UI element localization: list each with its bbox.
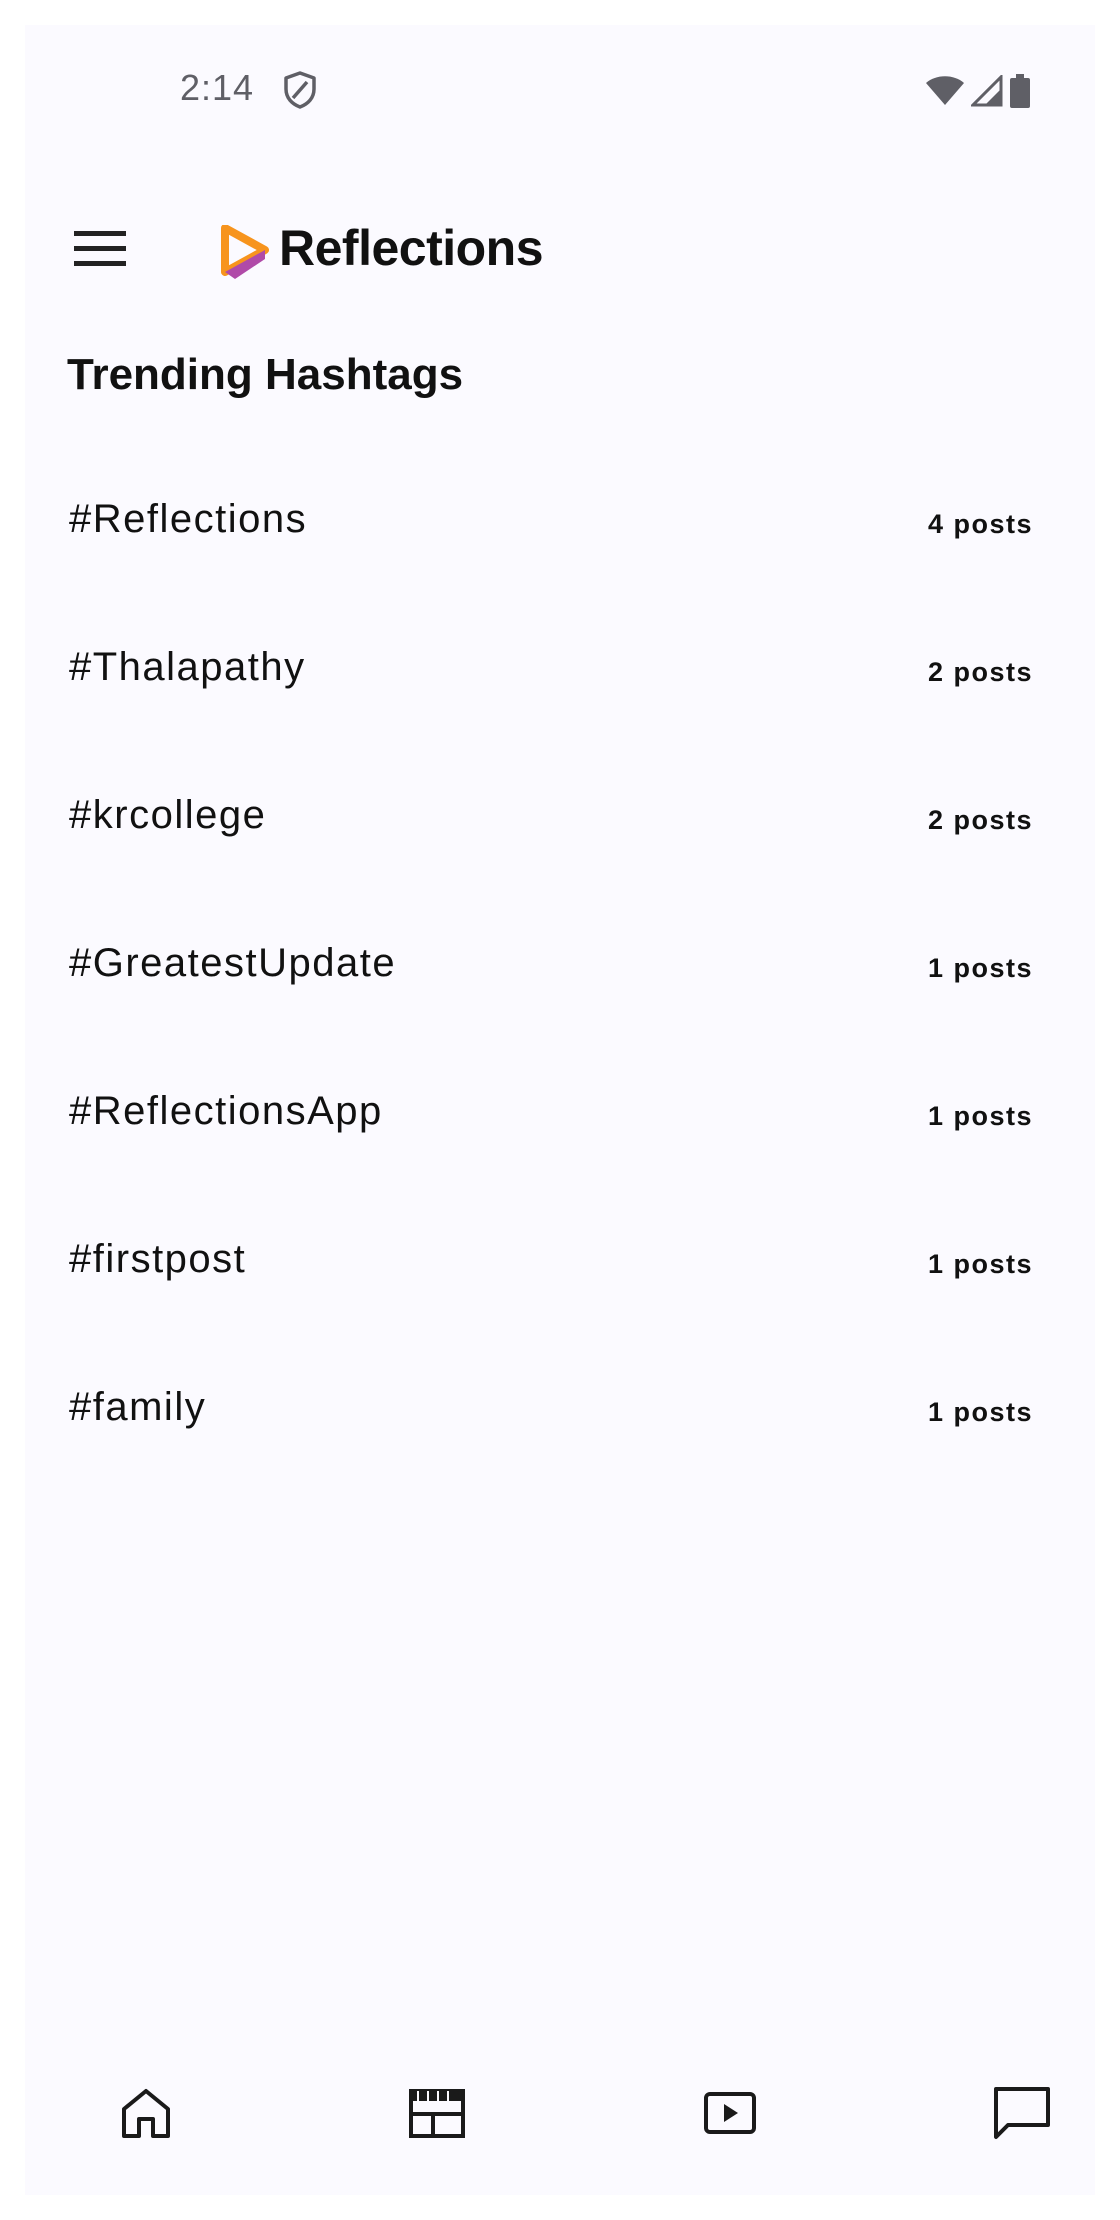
hashtag-label: #firstpost bbox=[69, 1237, 247, 1281]
reflections-logo-icon bbox=[221, 224, 269, 281]
post-count: 1 posts bbox=[927, 1249, 1033, 1279]
chat-icon bbox=[992, 2085, 1052, 2146]
hashtag-label: #Reflections bbox=[69, 497, 308, 541]
video-icon bbox=[703, 2090, 757, 2141]
cellular-signal-icon bbox=[969, 72, 1003, 112]
hashtag-row[interactable]: #family 1 posts bbox=[25, 1355, 1095, 1503]
battery-icon bbox=[1009, 73, 1031, 114]
hashtag-label: #family bbox=[69, 1385, 207, 1429]
nav-feed-button[interactable] bbox=[397, 2075, 477, 2155]
hashtag-row[interactable]: #GreatestUpdate 1 posts bbox=[25, 911, 1095, 1059]
post-count: 1 posts bbox=[927, 953, 1033, 983]
hashtag-row[interactable]: #Thalapathy 2 posts bbox=[25, 615, 1095, 763]
hashtag-label: #ReflectionsApp bbox=[69, 1089, 383, 1133]
app-title: Reflections bbox=[279, 220, 544, 276]
hashtag-label: #Thalapathy bbox=[69, 645, 306, 689]
menu-button[interactable] bbox=[65, 215, 135, 285]
nav-home-button[interactable] bbox=[106, 2075, 186, 2155]
nav-chat-button[interactable] bbox=[982, 2075, 1062, 2155]
hashtag-label: #krcollege bbox=[69, 793, 267, 837]
status-time: 2:14 bbox=[180, 67, 255, 108]
status-bar: 2:14 bbox=[25, 25, 1095, 155]
app-screen: 2:14 Reflections Trending Hashtags #Refl… bbox=[25, 25, 1095, 2195]
post-count: 2 posts bbox=[927, 657, 1033, 687]
hashtag-row[interactable]: #krcollege 2 posts bbox=[25, 763, 1095, 911]
post-count: 1 posts bbox=[927, 1397, 1033, 1427]
home-icon bbox=[118, 2085, 174, 2146]
status-icons bbox=[925, 72, 1031, 114]
hashtag-row[interactable]: #ReflectionsApp 1 posts bbox=[25, 1059, 1095, 1207]
hashtag-label: #GreatestUpdate bbox=[69, 941, 397, 985]
bottom-nav bbox=[25, 2055, 1095, 2165]
hashtag-row[interactable]: #firstpost 1 posts bbox=[25, 1207, 1095, 1355]
menu-icon bbox=[74, 229, 126, 272]
post-count: 4 posts bbox=[927, 509, 1033, 539]
hashtag-list: #Reflections 4 posts #Thalapathy 2 posts… bbox=[25, 467, 1095, 1503]
post-count: 1 posts bbox=[927, 1101, 1033, 1131]
section-title: Trending Hashtags bbox=[67, 350, 464, 399]
feed-icon bbox=[408, 2087, 466, 2144]
shield-icon bbox=[282, 70, 318, 110]
post-count: 2 posts bbox=[927, 805, 1033, 835]
nav-video-button[interactable] bbox=[690, 2075, 770, 2155]
wifi-icon bbox=[925, 75, 965, 112]
app-bar: Reflections bbox=[25, 195, 1095, 305]
hashtag-row[interactable]: #Reflections 4 posts bbox=[25, 467, 1095, 615]
